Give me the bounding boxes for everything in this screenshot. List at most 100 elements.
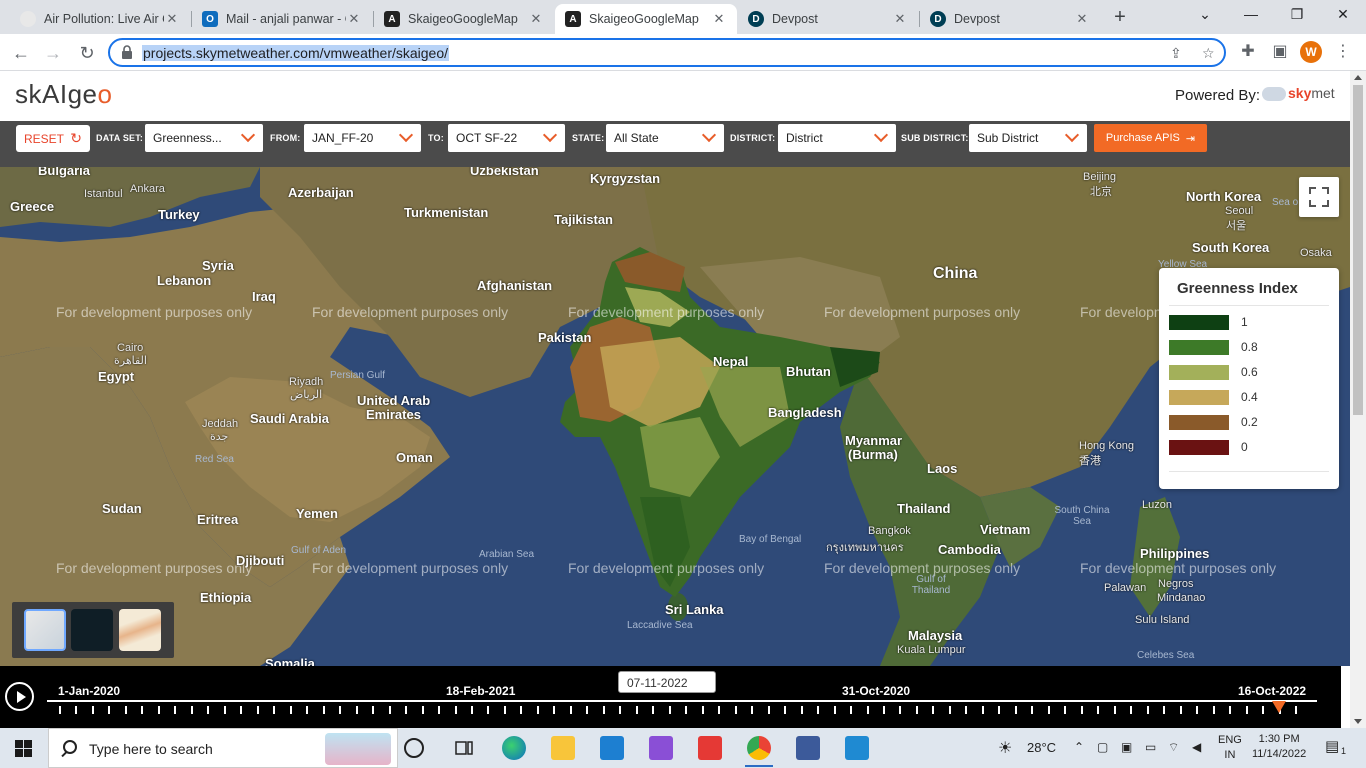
back-button[interactable]: ←: [8, 40, 34, 66]
browser-menu-icon[interactable]: ⋮: [1333, 41, 1353, 61]
map-label: Celebes Sea: [1137, 650, 1195, 661]
language-code: ENG: [1218, 734, 1242, 746]
browser-tab-1[interactable]: Air Pollution: Live Air Q ✕: [10, 4, 190, 34]
tray-chevron-up-icon[interactable]: ⌃: [1074, 740, 1084, 754]
cortana-icon[interactable]: [404, 738, 424, 758]
map-label: Seoul: [1225, 205, 1254, 217]
mail-icon[interactable]: [600, 736, 624, 760]
browser-tab-2[interactable]: O Mail - anjali panwar - O ✕: [192, 4, 372, 34]
basemap-dark-thumbnail[interactable]: [71, 609, 113, 651]
notifications-icon[interactable]: ▤: [1325, 737, 1339, 755]
task-view-icon[interactable]: [452, 736, 476, 760]
timeline-tick: [125, 706, 127, 714]
map-label: Bay of Bengal: [739, 534, 802, 545]
side-panel-icon[interactable]: ▣: [1270, 41, 1290, 61]
timeline-tick: [257, 706, 259, 714]
task-view-glyph: [455, 741, 473, 755]
notification-count: 1: [1341, 746, 1347, 756]
basemap-terrain-thumbnail[interactable]: [119, 609, 161, 651]
taskbar-clock[interactable]: 1:30 PM 11/14/2022: [1252, 732, 1306, 762]
legend-swatch: [1169, 364, 1229, 380]
tray-app-icon[interactable]: ▢: [1097, 740, 1108, 754]
legend-divider: [1169, 471, 1329, 472]
map-label: Nepal: [713, 354, 749, 369]
temperature-text[interactable]: 28°C: [1027, 740, 1056, 755]
tab-close-icon[interactable]: ✕: [711, 11, 727, 27]
bookmark-star-icon[interactable]: ☆: [1202, 45, 1215, 62]
state-select[interactable]: All State: [606, 124, 724, 152]
close-window-button[interactable]: ✕: [1320, 0, 1366, 30]
legend-row: 0.4: [1169, 389, 1258, 405]
volume-icon[interactable]: ◀: [1192, 740, 1201, 754]
edge-icon[interactable]: [502, 736, 526, 760]
share-icon[interactable]: ⇪: [1170, 45, 1182, 62]
wifi-icon[interactable]: ⌔: [1168, 740, 1179, 755]
from-select[interactable]: JAN_FF-20: [304, 124, 421, 152]
windows-start-icon[interactable]: [15, 740, 32, 757]
play-button[interactable]: [5, 682, 34, 711]
skymet-logo[interactable]: skymet: [1262, 85, 1335, 102]
vertical-scrollbar[interactable]: [1350, 71, 1366, 728]
wps-office-icon[interactable]: [698, 736, 722, 760]
vscode-icon[interactable]: [845, 736, 869, 760]
dataset-select[interactable]: Greenness...: [145, 124, 263, 152]
map-label: 北京: [1090, 186, 1112, 198]
weather-sun-icon[interactable]: ☀: [998, 738, 1012, 758]
timeline-tick: [339, 706, 341, 714]
basemap-light-thumbnail[interactable]: [24, 609, 66, 651]
tab-close-icon[interactable]: ✕: [346, 11, 362, 27]
timeline-tick: [108, 706, 110, 714]
district-select[interactable]: District: [778, 124, 896, 152]
file-explorer-icon[interactable]: [551, 736, 575, 760]
browser-tab-4-active[interactable]: A SkaigeoGoogleMap ✕: [555, 4, 737, 34]
tab-close-icon[interactable]: ✕: [1074, 11, 1090, 27]
tab-close-icon[interactable]: ✕: [164, 11, 180, 27]
timeline-tick: [685, 706, 687, 714]
tab-title: Mail - anjali panwar - O: [226, 12, 346, 26]
scrollbar-thumb[interactable]: [1353, 85, 1363, 415]
timeline-tick: [1213, 706, 1215, 714]
chevron-down-icon: [240, 127, 256, 143]
fullscreen-button[interactable]: [1299, 177, 1339, 217]
state-label: STATE:: [572, 133, 605, 143]
visual-studio-icon[interactable]: [649, 736, 673, 760]
timeline-track[interactable]: [47, 700, 1317, 702]
battery-icon[interactable]: ▭: [1145, 740, 1156, 754]
minimize-button[interactable]: —: [1228, 0, 1274, 30]
tab-close-icon[interactable]: ✕: [528, 11, 544, 27]
tab-search-chevron-icon[interactable]: ⌄: [1182, 0, 1228, 30]
remote-desktop-icon[interactable]: [796, 736, 820, 760]
browser-tab-6[interactable]: D Devpost ✕: [920, 4, 1100, 34]
map-canvas[interactable]: For development purposes only For develo…: [0, 167, 1350, 666]
from-label: FROM:: [270, 133, 301, 143]
scroll-down-arrow-icon[interactable]: [1354, 719, 1362, 724]
browser-tab-5[interactable]: D Devpost ✕: [738, 4, 918, 34]
restore-button[interactable]: ❐: [1274, 0, 1320, 30]
map-label: Sea o: [1272, 197, 1299, 208]
purchase-apis-button[interactable]: Purchase APIS ⇥: [1094, 124, 1207, 152]
browser-tab-3[interactable]: A SkaigeoGoogleMap ✕: [374, 4, 554, 34]
scroll-up-arrow-icon[interactable]: [1354, 75, 1362, 80]
timeline-thumb[interactable]: [1272, 701, 1286, 713]
extensions-puzzle-icon[interactable]: ✚: [1238, 41, 1258, 61]
address-bar[interactable]: projects.skymetweather.com/vmweather/ska…: [108, 38, 1226, 67]
tab-close-icon[interactable]: ✕: [892, 11, 908, 27]
windows-logo-pane: [15, 749, 23, 757]
map-label: Arabian Sea: [479, 549, 535, 560]
taskbar-search[interactable]: Type here to search: [48, 728, 398, 768]
forward-button[interactable]: →: [40, 40, 66, 66]
language-indicator[interactable]: ENG IN: [1218, 733, 1242, 763]
tray-app-icon[interactable]: ▣: [1121, 740, 1132, 754]
map-label: القاهرة: [114, 355, 147, 367]
reload-button[interactable]: ↻: [74, 40, 100, 66]
timeline-tick: [817, 706, 819, 714]
subdistrict-select[interactable]: Sub District: [969, 124, 1087, 152]
site-logo[interactable]: skAIgeo: [15, 79, 112, 110]
new-tab-button[interactable]: +: [1108, 6, 1132, 30]
reset-button[interactable]: RESET ↻: [16, 125, 90, 152]
to-select[interactable]: OCT SF-22: [448, 124, 565, 152]
legend-row: 1: [1169, 314, 1248, 330]
chrome-icon[interactable]: [747, 736, 771, 760]
powered-by-label: Powered By:: [1175, 87, 1261, 104]
profile-avatar[interactable]: W: [1300, 41, 1322, 63]
